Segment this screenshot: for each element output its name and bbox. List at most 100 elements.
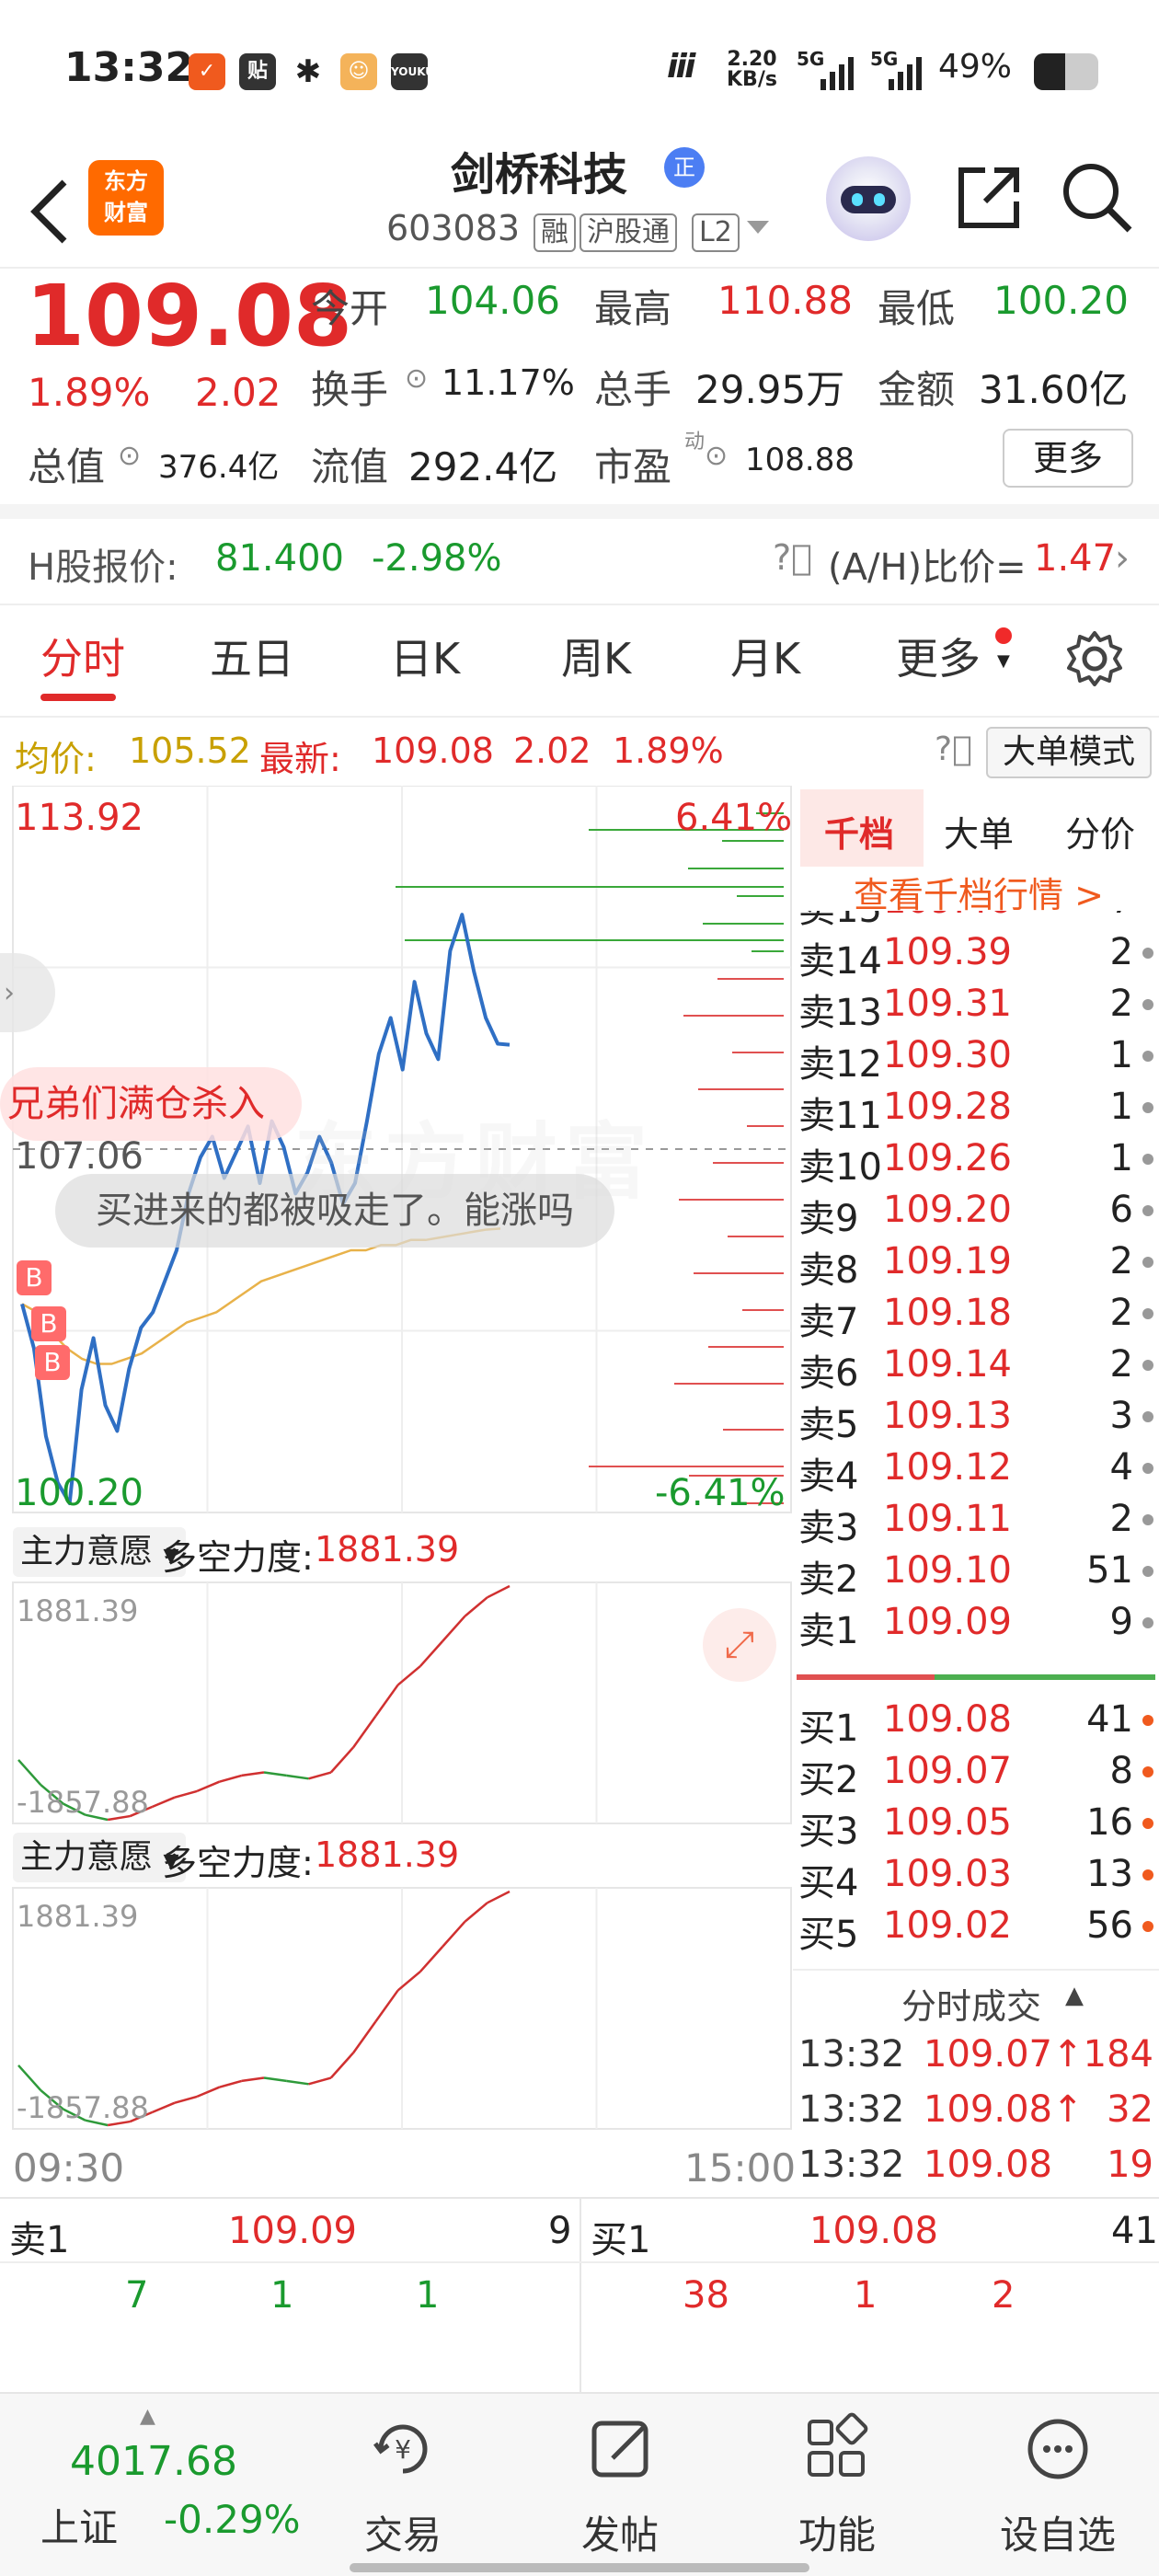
- help-icon[interactable]: ?⃝: [773, 537, 812, 578]
- buy-marker[interactable]: B: [35, 1345, 70, 1380]
- app-logo[interactable]: 东方 财富: [88, 160, 164, 236]
- more-button[interactable]: 更多: [1003, 429, 1133, 488]
- nav-post[interactable]: 发帖: [537, 2504, 703, 2560]
- ask-row[interactable]: 卖6 109.14 2: [793, 1343, 1159, 1395]
- tag-level2: L2: [692, 213, 740, 252]
- verified-badge: 正: [664, 147, 705, 188]
- indicator-value-1: 1881.39: [315, 1529, 460, 1570]
- ah-ratio-label: (A/H)比价=: [828, 546, 1027, 589]
- tab-intraday[interactable]: 分时: [40, 626, 125, 686]
- panel-tab-big-orders[interactable]: 大单: [944, 806, 1014, 857]
- nav-functions[interactable]: 功能: [754, 2504, 920, 2560]
- post-edit-icon[interactable]: [585, 2412, 659, 2486]
- index-name[interactable]: 上证: [40, 2497, 118, 2553]
- turnover-label: 换手: [311, 367, 389, 412]
- danmaku-comment-2[interactable]: 买进来的都被吸走了。能涨吗: [55, 1174, 614, 1248]
- low-value: 100.20: [993, 278, 1129, 323]
- pe-info-icon[interactable]: ⊙: [705, 440, 728, 472]
- chevron-right-icon[interactable]: ›: [1115, 537, 1130, 580]
- ask-row[interactable]: 卖10 109.26 1: [793, 1137, 1159, 1189]
- functions-grid-icon[interactable]: [800, 2412, 874, 2486]
- ask-row[interactable]: 卖7 109.18 2: [793, 1292, 1159, 1343]
- net-speed-unit: KB/s: [727, 68, 777, 91]
- level-label: 卖5: [798, 1404, 859, 1446]
- bid-row[interactable]: 买4 109.03 13: [793, 1853, 1159, 1904]
- bid-book[interactable]: 买1 109.08 41 买2 109.07 8 买3 109.05 16 买4 109.03 13 买…: [793, 1693, 1159, 1969]
- net-speed-value: 2.20: [727, 48, 777, 71]
- ask-row[interactable]: 卖12 109.30 1: [793, 1034, 1159, 1086]
- section-gap: [0, 504, 1159, 519]
- ai-assistant-icon[interactable]: [826, 156, 911, 241]
- indicator-selector-2[interactable]: 主力意愿 ▼: [13, 1833, 187, 1882]
- expand-icon[interactable]: ⤢: [703, 1608, 776, 1682]
- ask-row[interactable]: 卖1 109.09 9: [793, 1601, 1159, 1652]
- collapse-arrow-icon[interactable]: ▲: [1065, 1982, 1084, 2009]
- indicator-segment: [374, 1684, 399, 1718]
- level-dot-icon: [1142, 999, 1153, 1010]
- view-orderbook-link[interactable]: 查看千档行情 >: [854, 867, 1104, 917]
- ask-row[interactable]: 卖9 109.20 6: [793, 1189, 1159, 1240]
- indicator-segment: [174, 1789, 198, 1799]
- bid-row[interactable]: 买2 109.07 8: [793, 1750, 1159, 1801]
- ask-row[interactable]: 卖11 109.28 1: [793, 1086, 1159, 1137]
- share-icon[interactable]: [952, 161, 1026, 235]
- search-icon[interactable]: [1058, 158, 1135, 236]
- back-icon[interactable]: [28, 175, 74, 248]
- index-expand-icon[interactable]: ▲: [140, 2405, 155, 2428]
- buy-marker[interactable]: B: [17, 1260, 52, 1295]
- trade-price: 109.08: [924, 2144, 1052, 2186]
- level-price: 109.05: [883, 1801, 1012, 1844]
- bid-row[interactable]: 买1 109.08 41: [793, 1698, 1159, 1750]
- trades-header[interactable]: 分时成交: [901, 1978, 1041, 2029]
- big-order-mode-button[interactable]: 大单模式: [986, 727, 1152, 778]
- ask-row[interactable]: 卖4 109.12 4: [793, 1446, 1159, 1498]
- level-label: 卖15: [798, 911, 882, 933]
- ask-row[interactable]: 卖5 109.13 3: [793, 1395, 1159, 1446]
- buy-marker[interactable]: B: [31, 1306, 66, 1341]
- trades-list[interactable]: 分时成交 ▲ 13:32 109.07↑ 184 13:32 109.08↑ 32 13:3…: [793, 1969, 1159, 2199]
- watchlist-more-icon[interactable]: [1021, 2412, 1095, 2486]
- ask-row[interactable]: 卖8 109.19 2: [793, 1240, 1159, 1292]
- ask-row[interactable]: 卖14 109.39 2: [793, 931, 1159, 983]
- panel-tab-price-dist[interactable]: 分价: [1065, 806, 1135, 857]
- nav-trade[interactable]: 交易: [320, 2504, 486, 2560]
- indicator-segment: [219, 2079, 243, 2088]
- bottom-nav: ▲ 4017.68 上证 -0.29% ¥ 交易 发帖 功能 设自选: [0, 2392, 1159, 2576]
- indicator-segment: [286, 2079, 309, 2086]
- indicator-selector-1[interactable]: 主力意愿 ▼: [13, 1527, 187, 1577]
- indicator-segment: [152, 2101, 176, 2114]
- low-label: 最低: [878, 286, 956, 331]
- ask-row[interactable]: 卖2 109.10 51: [793, 1549, 1159, 1601]
- level-price: 109.07: [883, 1750, 1012, 1792]
- tab-more[interactable]: 更多: [896, 626, 981, 686]
- ask-row[interactable]: 卖3 109.11 2: [793, 1498, 1159, 1549]
- trade-yen-icon[interactable]: ¥: [366, 2412, 440, 2486]
- info-icon[interactable]: ⊙: [405, 362, 428, 395]
- bid-row[interactable]: 买3 109.05 16: [793, 1801, 1159, 1853]
- tab-five-day[interactable]: 五日: [210, 626, 294, 686]
- mktcap-info-icon[interactable]: ⊙: [118, 440, 141, 472]
- indicator-segment: [241, 2076, 265, 2083]
- tab-daily-k[interactable]: 日K: [390, 626, 460, 686]
- ask-row[interactable]: 卖15109.46 7: [793, 911, 1159, 931]
- bid-row[interactable]: 买5 109.02 56: [793, 1904, 1159, 1956]
- indicator-label-1: 多空力度:: [162, 1537, 314, 1578]
- ask-row[interactable]: 卖13 109.31 2: [793, 983, 1159, 1034]
- order-book[interactable]: 卖15109.467卖14109.392卖13109.312卖12109.301…: [793, 911, 1159, 1665]
- index-pct[interactable]: -0.29%: [164, 2497, 301, 2542]
- amount-value: 31.60亿: [979, 367, 1129, 412]
- level-volume: 2: [1109, 1292, 1133, 1334]
- nav-add-watchlist[interactable]: 设自选: [975, 2504, 1141, 2560]
- panel-tab-orderbook[interactable]: 千档: [824, 806, 894, 857]
- danmaku-comment-1[interactable]: 兄弟们满仓杀入: [0, 1067, 302, 1141]
- indicator-segment: [174, 2095, 198, 2104]
- h-share-label: H股报价:: [28, 546, 178, 589]
- tab-monthly-k[interactable]: 月K: [730, 626, 800, 686]
- tab-weekly-k[interactable]: 周K: [561, 626, 631, 686]
- level-label: 卖11: [798, 1095, 882, 1137]
- dropdown-arrow-icon[interactable]: [747, 221, 769, 234]
- index-value[interactable]: 4017.68: [70, 2438, 237, 2485]
- mode-help-icon[interactable]: ?⃝: [935, 730, 972, 768]
- settings-gear-icon[interactable]: [1065, 629, 1124, 688]
- tag-margin: 融: [534, 213, 576, 252]
